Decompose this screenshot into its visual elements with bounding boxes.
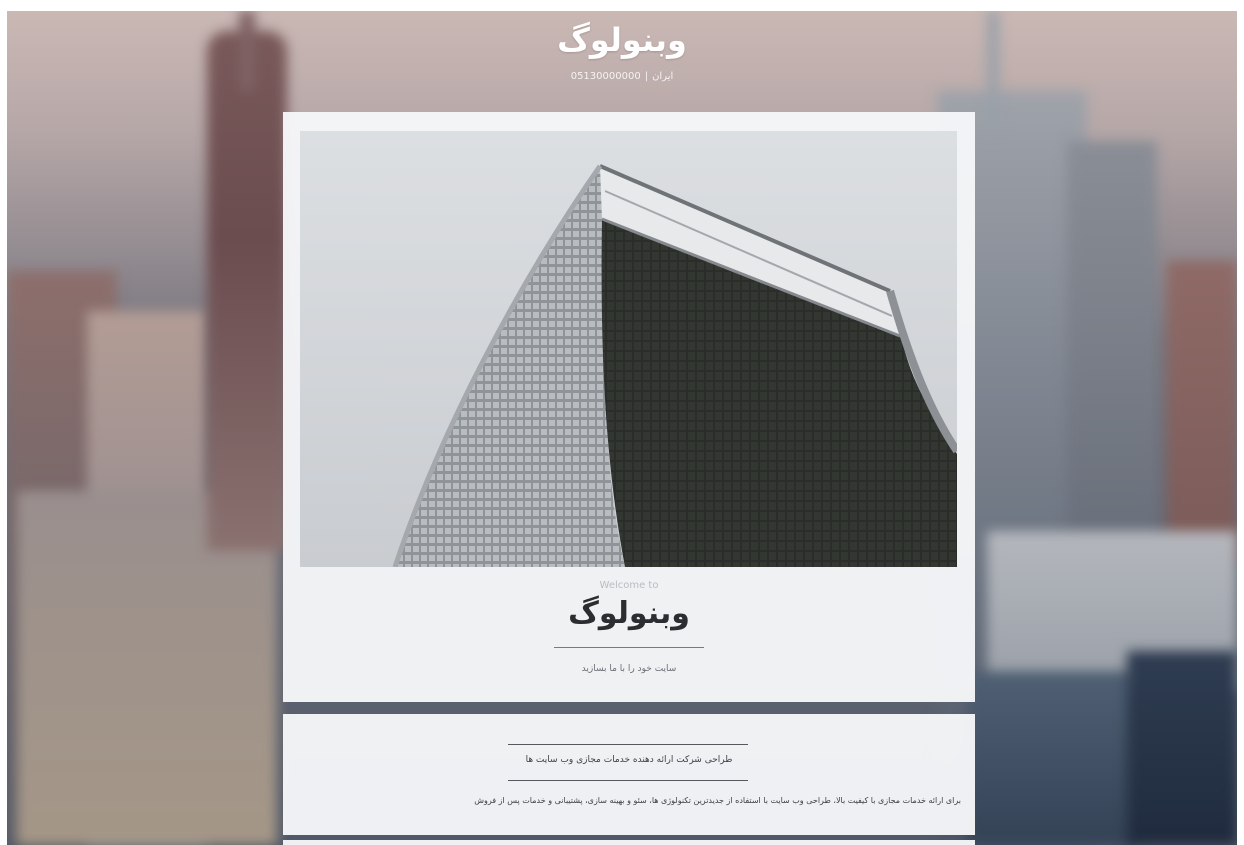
site-contact: 05130000000 | ایران <box>570 71 674 82</box>
divider <box>554 647 704 648</box>
background-building <box>967 671 1137 845</box>
background-building <box>1167 261 1237 561</box>
welcome-title: وبنولوگ <box>568 596 690 631</box>
page-viewport: وبنولوگ 05130000000 | ایران Welcome to و… <box>7 11 1237 845</box>
welcome-subtitle: Welcome to <box>599 580 659 591</box>
skyscraper-illustration <box>300 131 957 567</box>
divider <box>508 744 748 745</box>
welcome-tagline: سایت خود را با ما بسازید <box>581 664 677 674</box>
about-title: طراحی شرکت ارائه دهنده خدمات مجازی وب سا… <box>525 755 733 765</box>
hero-image <box>300 131 957 567</box>
site-header: وبنولوگ 05130000000 | ایران <box>7 11 1237 111</box>
about-body: برای ارائه خدمات مجازی با کیفیت بالا، طر… <box>474 796 961 805</box>
next-panel-edge <box>283 840 975 845</box>
contact-phone: 05130000000 <box>570 71 641 82</box>
about-panel: طراحی شرکت ارائه دهنده خدمات مجازی وب سا… <box>283 714 975 835</box>
contact-city: ایران <box>652 71 674 82</box>
background-building <box>1127 651 1237 845</box>
divider <box>508 780 748 781</box>
site-title[interactable]: وبنولوگ <box>7 21 1237 59</box>
welcome-panel: Welcome to وبنولوگ سایت خود را با ما بسا… <box>283 112 975 702</box>
